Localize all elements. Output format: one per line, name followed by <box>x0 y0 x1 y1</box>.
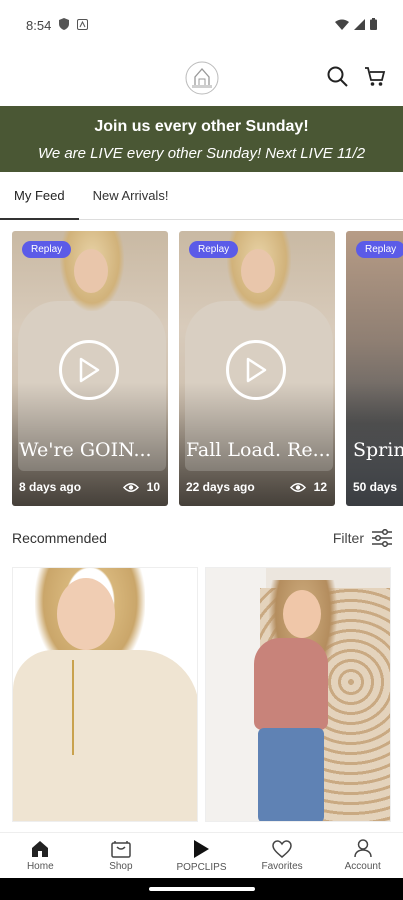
live-title: We're GOIN... <box>19 439 152 461</box>
live-carousel[interactable]: Replay We're GOIN... 8 days ago 10 Repla… <box>12 231 403 506</box>
replay-badge: Replay <box>356 241 403 258</box>
nav-label: Shop <box>109 860 133 872</box>
live-meta: 50 days <box>353 480 403 494</box>
recommended-title: Recommended <box>12 530 107 546</box>
store-logo[interactable] <box>184 60 220 96</box>
nav-label: Account <box>344 861 381 872</box>
signal-icon <box>354 18 365 33</box>
product-image-face <box>57 578 115 650</box>
product-image-zip <box>72 660 74 755</box>
live-meta: 22 days ago 12 <box>186 480 327 494</box>
play-icon <box>194 839 210 858</box>
product-image-top <box>13 650 197 821</box>
live-card[interactable]: Replay We're GOIN... 8 days ago 10 <box>12 231 168 506</box>
app-header <box>0 50 403 106</box>
product-image-jeans <box>258 728 324 821</box>
replay-badge: Replay <box>189 241 239 258</box>
live-age: 50 days <box>353 480 398 494</box>
banner-subtitle: We are LIVE every other Sunday! Next LIV… <box>37 145 366 162</box>
notification-icon <box>77 18 89 33</box>
bottom-nav: Home Shop POPCLIPS Favorites Account <box>0 832 403 878</box>
nav-account[interactable]: Account <box>322 833 403 878</box>
tab-label: My Feed <box>14 188 65 203</box>
feed-tabs: My Feed New Arrivals! <box>0 172 403 220</box>
header-actions <box>325 64 387 88</box>
eye-icon <box>289 482 306 492</box>
thumbnail-overlay <box>346 231 403 506</box>
nav-favorites[interactable]: Favorites <box>242 833 323 878</box>
view-count: 10 <box>122 480 160 494</box>
nav-label: Home <box>26 860 54 872</box>
nav-shop[interactable]: Shop <box>81 833 162 878</box>
play-button[interactable] <box>226 340 286 400</box>
filter-label: Filter <box>332 530 364 546</box>
view-count: 12 <box>289 480 327 494</box>
status-right <box>335 17 377 33</box>
views-value: 12 <box>313 480 327 494</box>
sliders-icon <box>372 529 392 547</box>
live-card[interactable]: Replay Fall Load. Re... 22 days ago 12 <box>179 231 335 506</box>
search-icon[interactable] <box>325 64 349 88</box>
live-meta: 8 days ago 10 <box>19 480 160 494</box>
views-value: 10 <box>146 480 160 494</box>
wifi-icon <box>335 18 349 33</box>
home-icon <box>32 840 49 857</box>
live-age: 22 days ago <box>186 480 255 494</box>
play-icon <box>79 357 100 383</box>
live-title: Sprin <box>353 439 403 461</box>
tab-new-arrivals[interactable]: New Arrivals! <box>79 172 183 219</box>
battery-icon <box>370 17 377 33</box>
tab-my-feed[interactable]: My Feed <box>0 172 79 220</box>
replay-badge: Replay <box>22 241 72 258</box>
status-bar: 8:54 <box>0 0 403 50</box>
heart-icon <box>272 839 292 858</box>
product-image-shirt <box>254 638 328 730</box>
banner-title: Join us every other Sunday! <box>94 118 309 135</box>
live-schedule-banner[interactable]: Join us every other Sunday! We are LIVE … <box>0 106 403 172</box>
shop-icon <box>111 840 131 858</box>
recommended-header: Recommended Filter <box>12 526 392 550</box>
product-image-face <box>283 590 321 638</box>
gesture-handle[interactable] <box>148 887 255 891</box>
shield-icon <box>59 17 70 33</box>
play-button[interactable] <box>59 340 119 400</box>
product-card[interactable] <box>205 567 391 822</box>
cart-icon[interactable] <box>363 64 387 88</box>
account-icon <box>353 839 372 858</box>
live-card[interactable]: Replay Sprin 50 days <box>346 231 403 506</box>
play-icon <box>246 357 267 383</box>
nav-label: Favorites <box>261 860 303 872</box>
filter-button[interactable]: Filter <box>333 529 392 547</box>
nav-home[interactable]: Home <box>0 833 81 878</box>
tab-label: New Arrivals! <box>92 188 169 203</box>
live-age: 8 days ago <box>19 480 82 494</box>
system-gesture-bar <box>0 878 403 900</box>
nav-label: POPCLIPS <box>176 861 227 873</box>
nav-popclips[interactable]: POPCLIPS <box>161 833 242 878</box>
live-title: Fall Load. Re... <box>186 439 331 461</box>
eye-icon <box>122 482 139 492</box>
status-left: 8:54 <box>26 17 89 33</box>
status-time: 8:54 <box>26 17 52 33</box>
product-card[interactable] <box>12 567 198 822</box>
